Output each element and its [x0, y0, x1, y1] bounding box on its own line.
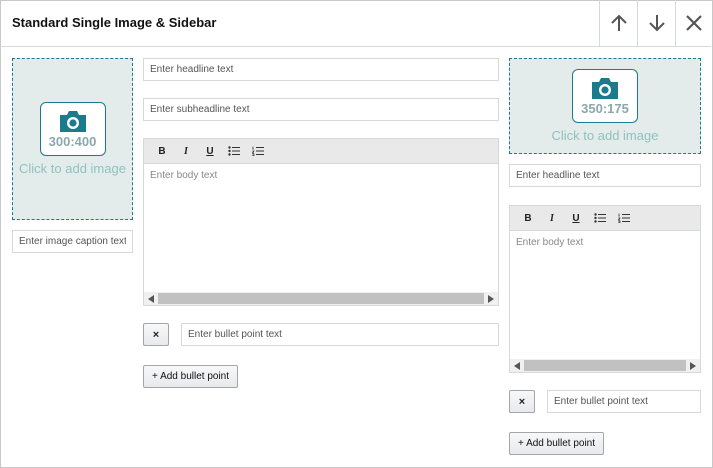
scroll-left-arrow[interactable] — [510, 359, 524, 372]
horizontal-scrollbar[interactable] — [510, 359, 700, 372]
image-badge: 300:400 — [39, 102, 106, 156]
move-up-button[interactable] — [599, 0, 637, 46]
image-caption-input[interactable] — [12, 230, 133, 253]
image-badge: 350:175 — [572, 69, 638, 123]
sidebar-bullet-point-input[interactable] — [547, 390, 701, 413]
subheadline-input[interactable] — [143, 98, 499, 121]
body-placeholder: Enter body text — [150, 170, 218, 181]
scrollbar-thumb[interactable] — [524, 360, 686, 371]
horizontal-scrollbar[interactable] — [144, 292, 498, 305]
numbered-list-icon — [252, 146, 264, 156]
numbered-list-button[interactable] — [612, 208, 636, 228]
scroll-right-arrow[interactable] — [484, 292, 498, 305]
arrow-up-icon — [610, 14, 627, 31]
module-title: Standard Single Image & Sidebar — [12, 15, 217, 30]
underline-button[interactable]: U — [198, 141, 222, 161]
remove-bullet-button[interactable]: × — [143, 323, 169, 346]
italic-button[interactable]: I — [174, 141, 198, 161]
camera-icon — [59, 111, 86, 132]
sidebar-body-text-editor[interactable]: B I U Enter body text — [509, 205, 701, 373]
bold-button[interactable]: B — [150, 141, 174, 161]
triangle-left-icon — [514, 361, 520, 370]
scrollbar-thumb[interactable] — [158, 293, 484, 304]
image-ratio: 300:400 — [48, 134, 97, 149]
italic-button[interactable]: I — [540, 208, 564, 228]
bullet-list-icon — [594, 213, 606, 223]
bullet-list-button[interactable] — [222, 141, 246, 161]
headline-input[interactable] — [143, 58, 499, 81]
bullet-list-icon — [228, 146, 240, 156]
arrow-down-icon — [648, 15, 665, 32]
body-text-editor[interactable]: B I U Enter body text — [143, 138, 499, 306]
image-ratio: 350:175 — [581, 101, 629, 116]
add-bullet-point-button[interactable]: + Add bullet point — [143, 365, 239, 388]
main-image-dropzone[interactable]: 300:400 Click to add image — [12, 58, 133, 220]
sidebar-image-dropzone[interactable]: 350:175 Click to add image — [509, 58, 701, 154]
bullet-list-button[interactable] — [588, 208, 612, 228]
body-placeholder: Enter body text — [516, 237, 584, 248]
editor-toolbar: B I U — [144, 139, 498, 164]
underline-button[interactable]: U — [564, 208, 588, 228]
add-image-label: Click to add image — [19, 161, 126, 176]
triangle-left-icon — [148, 294, 154, 303]
sidebar-headline-input[interactable] — [509, 164, 701, 187]
move-down-button[interactable] — [637, 0, 675, 46]
bullet-point-input[interactable] — [181, 323, 499, 346]
scroll-right-arrow[interactable] — [686, 359, 700, 372]
add-bullet-point-button[interactable]: + Add bullet point — [509, 432, 605, 455]
numbered-list-button[interactable] — [246, 141, 270, 161]
remove-bullet-button[interactable]: × — [509, 390, 535, 413]
triangle-right-icon — [488, 294, 494, 303]
close-button[interactable] — [675, 0, 711, 46]
bold-button[interactable]: B — [516, 208, 540, 228]
scroll-left-arrow[interactable] — [144, 292, 158, 305]
numbered-list-icon — [618, 213, 630, 223]
module-header: Standard Single Image & Sidebar — [0, 0, 711, 47]
triangle-right-icon — [690, 361, 696, 370]
add-image-label: Click to add image — [551, 128, 659, 143]
editor-toolbar: B I U — [510, 206, 700, 231]
close-icon — [685, 15, 702, 31]
camera-icon — [592, 78, 618, 99]
